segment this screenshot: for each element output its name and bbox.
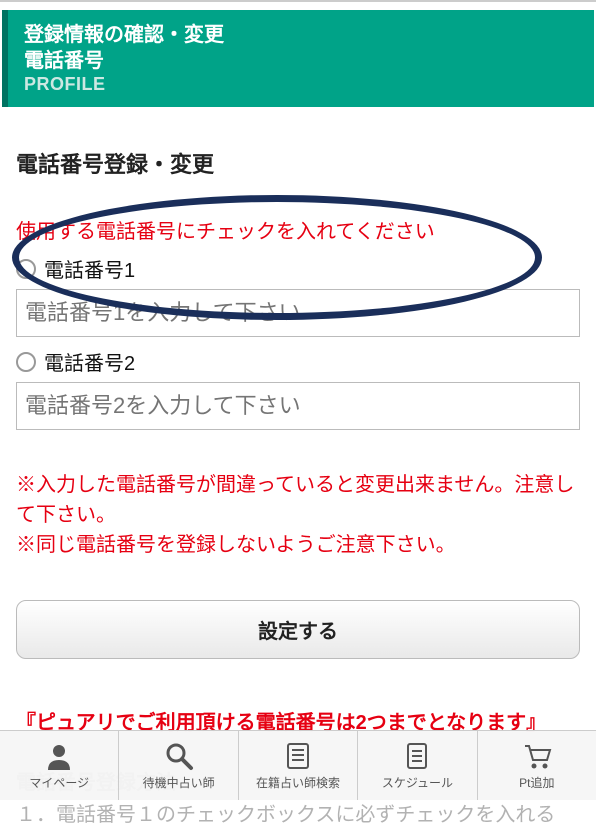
caution-line-1: ※入力した電話番号が間違っていると変更出来ません。注意して下さい。	[16, 470, 580, 530]
list-icon	[282, 740, 314, 772]
bottom-nav: マイページ 待機中占い師 在籍占い師検索 スケジュール Pt追加	[0, 730, 596, 800]
profile-header: 登録情報の確認・変更 電話番号 PROFILE	[2, 10, 594, 107]
nav-mypage-label: マイページ	[29, 774, 89, 791]
caution-line-2: ※同じ電話番号を登録しないようご注意下さい。	[16, 530, 580, 560]
caution-block: ※入力した電話番号が間違っていると変更出来ません。注意して下さい。 ※同じ電話番…	[16, 470, 580, 560]
nav-schedule[interactable]: スケジュール	[358, 731, 477, 800]
phone2-radio[interactable]	[16, 352, 36, 372]
submit-button[interactable]: 設定する	[16, 600, 580, 659]
document-icon	[401, 740, 433, 772]
header-title-1: 登録情報の確認・変更	[24, 22, 578, 48]
phone1-label: 電話番号1	[44, 254, 135, 283]
nav-pt[interactable]: Pt追加	[478, 731, 596, 800]
instruction-text: 使用する電話番号にチェックを入れてください	[16, 215, 580, 244]
phone1-radio[interactable]	[16, 259, 36, 279]
nav-schedule-label: スケジュール	[382, 774, 453, 791]
phone1-group: 電話番号1	[16, 250, 580, 337]
nav-mypage[interactable]: マイページ	[0, 731, 119, 800]
person-icon	[43, 740, 75, 772]
phone2-group: 電話番号2	[16, 343, 580, 430]
nav-pt-label: Pt追加	[519, 774, 554, 791]
phone1-input[interactable]	[16, 289, 580, 337]
faded-line: １．電話番号１のチェックボックスに必ずチェックを入れる	[16, 799, 580, 831]
nav-waiting-label: 待機中占い師	[143, 774, 215, 791]
header-profile: PROFILE	[24, 74, 578, 95]
nav-search-label: 在籍占い師検索	[256, 774, 340, 791]
phone2-input[interactable]	[16, 382, 580, 430]
nav-search[interactable]: 在籍占い師検索	[239, 731, 358, 800]
header-title-2: 電話番号	[24, 48, 578, 74]
nav-waiting[interactable]: 待機中占い師	[119, 731, 238, 800]
phone2-label: 電話番号2	[44, 347, 135, 376]
cart-icon	[521, 740, 553, 772]
section-title: 電話番号登録・変更	[16, 147, 580, 179]
magnifier-icon	[163, 740, 195, 772]
